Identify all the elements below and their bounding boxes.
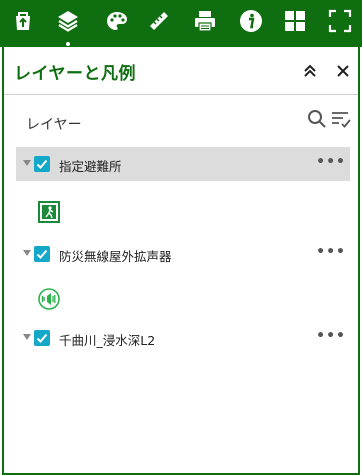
layer-more-button[interactable]: ••• <box>316 154 346 170</box>
layer-more-button[interactable]: ••• <box>316 328 346 344</box>
legend-symbol <box>38 288 60 314</box>
top-toolbar <box>0 0 362 47</box>
palette-icon <box>107 12 127 30</box>
layer-more-button[interactable]: ••• <box>316 244 346 260</box>
info-icon <box>240 10 262 32</box>
layers-button[interactable] <box>53 6 83 36</box>
basemap-button[interactable] <box>8 6 38 36</box>
expand-caret-icon[interactable] <box>23 334 31 340</box>
panel-header: レイヤーと凡例 <box>4 47 358 95</box>
panel-title: レイヤーと凡例 <box>14 64 136 84</box>
legend-symbol <box>38 201 60 227</box>
info-button[interactable] <box>236 6 266 36</box>
filter-list-icon <box>332 112 351 128</box>
fullscreen-button[interactable] <box>325 6 355 36</box>
print-icon <box>195 11 215 32</box>
search-icon <box>308 110 326 128</box>
measure-button[interactable] <box>144 6 174 36</box>
layer-name: 指定避難所 <box>59 159 122 174</box>
apps-button[interactable] <box>280 6 310 36</box>
checkmark-icon <box>36 159 48 169</box>
close-button[interactable] <box>331 59 355 83</box>
close-icon <box>337 65 349 77</box>
layer-name: 千曲川_浸水深L2 <box>59 333 156 348</box>
layer-name: 防災無線屋外拡声器 <box>59 249 172 264</box>
emergency-exit-icon <box>38 201 60 223</box>
layer-row[interactable]: 千曲川_浸水深L2 ••• <box>16 321 350 355</box>
basemap-icon <box>16 12 30 30</box>
layers-section-label: レイヤー <box>26 117 82 133</box>
layers-icon <box>58 11 78 32</box>
checkmark-icon <box>36 249 48 259</box>
measure-icon <box>150 12 168 30</box>
layer-row[interactable]: 防災無線屋外拡声器 ••• <box>16 237 350 271</box>
checkmark-icon <box>36 333 48 343</box>
expand-caret-icon[interactable] <box>23 250 31 256</box>
layer-checkbox[interactable] <box>34 156 50 172</box>
expand-caret-icon[interactable] <box>23 160 31 166</box>
double-chevron-up-icon <box>304 64 316 77</box>
style-button[interactable] <box>102 6 132 36</box>
active-tool-indicator <box>66 42 70 46</box>
filter-button[interactable] <box>330 108 352 130</box>
layer-checkbox[interactable] <box>34 246 50 262</box>
loudspeaker-icon <box>38 288 60 310</box>
print-button[interactable] <box>190 6 220 36</box>
layer-checkbox[interactable] <box>34 330 50 346</box>
fullscreen-icon <box>328 9 352 33</box>
search-button[interactable] <box>306 108 328 130</box>
layer-row[interactable]: 指定避難所 ••• <box>16 147 350 181</box>
collapse-button[interactable] <box>298 59 322 83</box>
layers-legend-panel: レイヤーと凡例 レイヤー 指定避難所 ••• 防災無線屋外拡声器 ••• 千曲川… <box>2 47 360 475</box>
grid-icon <box>285 11 305 31</box>
